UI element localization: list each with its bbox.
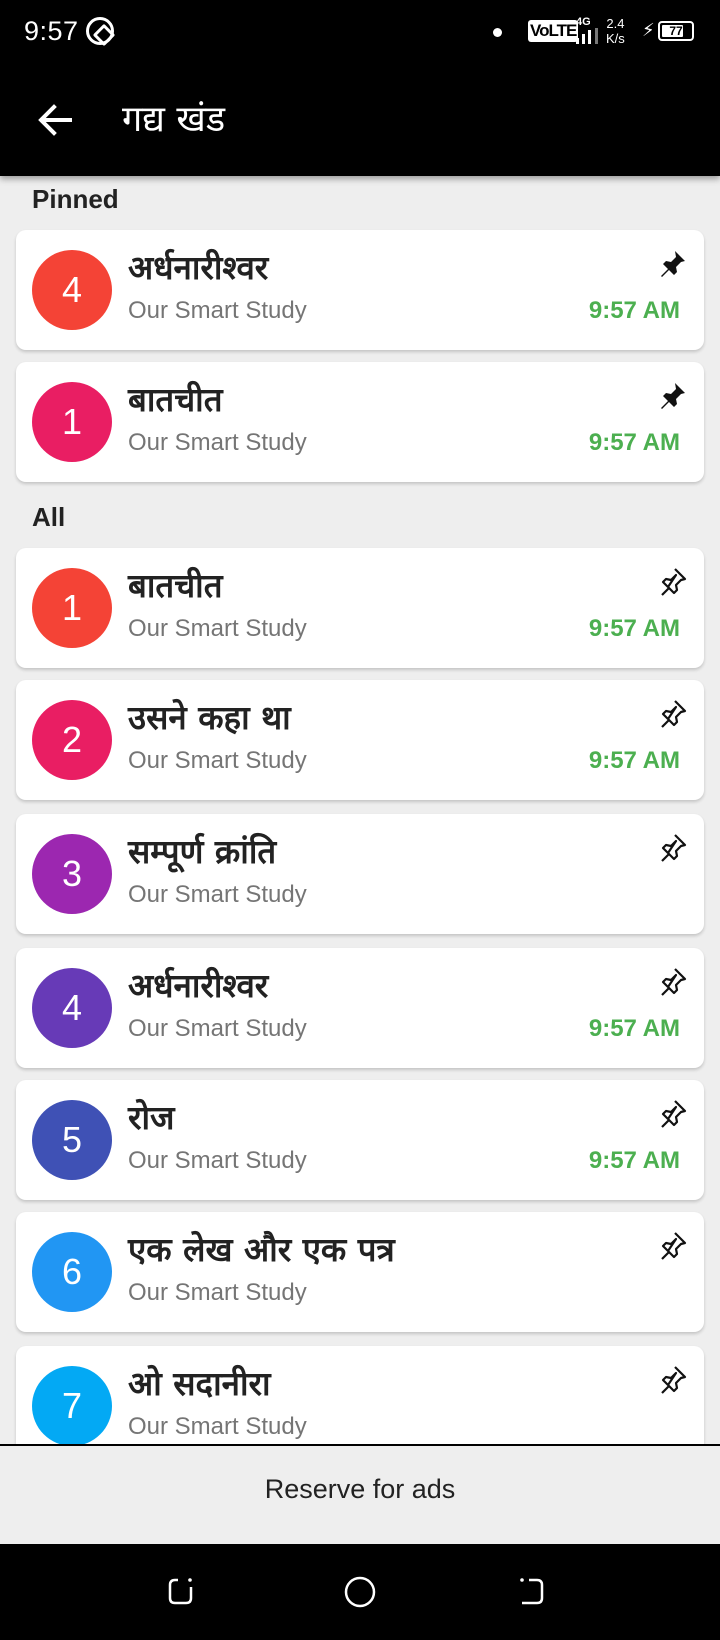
list-item[interactable]: 4 अर्धनारीश्वर Our Smart Study 9:57 AM (16, 948, 704, 1068)
number-badge: 3 (32, 834, 112, 914)
arrow-left-icon (38, 104, 72, 136)
back-nav-button[interactable] (516, 1574, 556, 1610)
badge-number: 3 (61, 853, 83, 894)
item-title: बातचीत (128, 566, 223, 605)
home-button[interactable] (340, 1574, 380, 1610)
list-item[interactable]: 1 बातचीत Our Smart Study 9:57 AM (16, 362, 704, 482)
item-time: 9:57 AM (588, 429, 680, 456)
system-nav-bar (0, 1544, 720, 1640)
pin-outline-icon[interactable] (656, 966, 688, 998)
item-subtitle: Our Smart Study (128, 1015, 307, 1042)
number-badge: 1 (32, 568, 112, 648)
item-time: 9:57 AM (588, 615, 680, 642)
number-badge: 4 (32, 250, 112, 330)
notification-dot-icon (493, 28, 502, 37)
volte-icon: VoLTE (528, 20, 579, 42)
pin-outline-icon[interactable] (656, 698, 688, 730)
item-time: 9:57 AM (588, 747, 680, 774)
app-notification-icon (86, 17, 114, 45)
number-badge: 1 (32, 382, 112, 462)
home-icon (344, 1576, 376, 1608)
badge-number: 1 (61, 587, 83, 628)
item-subtitle: Our Smart Study (128, 429, 307, 456)
item-title: एक लेख और एक पत्र (128, 1230, 395, 1269)
badge-number: 7 (61, 1385, 83, 1426)
list-item[interactable]: 1 बातचीत Our Smart Study 9:57 AM (16, 548, 704, 668)
pin-outline-icon[interactable] (656, 1364, 688, 1396)
battery-level: 77 (669, 24, 683, 38)
list-item[interactable]: 5 रोज Our Smart Study 9:57 AM (16, 1080, 704, 1200)
item-subtitle: Our Smart Study (128, 1147, 307, 1174)
ad-placeholder-text: Reserve for ads (264, 1474, 456, 1504)
status-time: 9:57 (24, 16, 79, 46)
app-bar: गद्य खंड (0, 64, 720, 176)
back-button[interactable] (30, 92, 86, 148)
pin-outline-icon[interactable] (656, 566, 688, 598)
network-speed: 2.4 K/s (606, 16, 625, 46)
list-item[interactable]: 2 उसने कहा था Our Smart Study 9:57 AM (16, 680, 704, 800)
speed-value: 2.4 (606, 16, 625, 31)
recents-button[interactable] (164, 1574, 204, 1610)
badge-number: 1 (61, 401, 83, 442)
item-title: रोज (128, 1098, 175, 1137)
list-item[interactable]: 4 अर्धनारीश्वर Our Smart Study 9:57 AM (16, 230, 704, 350)
badge-number: 2 (61, 719, 83, 760)
recents-icon (168, 1578, 193, 1605)
pin-filled-icon[interactable] (656, 380, 688, 412)
item-subtitle: Our Smart Study (128, 1279, 307, 1306)
section-label-pinned: Pinned (32, 184, 119, 214)
item-title: ओ सदानीरा (128, 1364, 271, 1403)
topic-list[interactable]: Pinned All 4 अर्धनारीश्वर Our Smart Study 9… (0, 176, 720, 1446)
badge-number: 5 (61, 1119, 83, 1160)
back-nav-icon (520, 1578, 544, 1605)
badge-number: 4 (61, 987, 83, 1028)
item-subtitle: Our Smart Study (128, 615, 307, 642)
ad-banner: Reserve for ads (0, 1444, 720, 1544)
item-title: अर्धनारीश्वर (128, 248, 269, 287)
signal-icon (576, 28, 598, 44)
item-subtitle: Our Smart Study (128, 1413, 307, 1440)
page-title: गद्य खंड (122, 99, 226, 140)
item-time: 9:57 AM (588, 297, 680, 324)
item-title: उसने कहा था (128, 698, 291, 737)
item-time: 9:57 AM (588, 1147, 680, 1174)
item-title: अर्धनारीश्वर (128, 966, 269, 1005)
list-item[interactable]: 7 ओ सदानीरा Our Smart Study (16, 1346, 704, 1446)
pin-outline-icon[interactable] (656, 1230, 688, 1262)
pin-outline-icon[interactable] (656, 1098, 688, 1130)
item-subtitle: Our Smart Study (128, 297, 307, 324)
badge-number: 4 (61, 269, 83, 310)
pin-filled-icon[interactable] (656, 248, 688, 280)
number-badge: 4 (32, 968, 112, 1048)
item-title: बातचीत (128, 380, 223, 419)
pin-outline-icon[interactable] (656, 832, 688, 864)
item-subtitle: Our Smart Study (128, 747, 307, 774)
item-subtitle: Our Smart Study (128, 881, 307, 908)
item-title: सम्पूर्ण क्रांति (128, 832, 277, 871)
number-badge: 2 (32, 700, 112, 780)
charging-icon: ⚡ (642, 20, 655, 40)
badge-number: 6 (61, 1251, 83, 1292)
speed-unit: K/s (606, 31, 625, 46)
section-label-all: All (32, 502, 66, 532)
list-item[interactable]: 3 सम्पूर्ण क्रांति Our Smart Study (16, 814, 704, 934)
battery-icon: 77 (658, 21, 694, 41)
list-item[interactable]: 6 एक लेख और एक पत्र Our Smart Study (16, 1212, 704, 1332)
number-badge: 7 (32, 1366, 112, 1446)
item-time: 9:57 AM (588, 1015, 680, 1042)
number-badge: 6 (32, 1232, 112, 1312)
network-gen-label: 4G (576, 16, 591, 28)
number-badge: 5 (32, 1100, 112, 1180)
status-bar: 9:57 VoLTE 4G 2.4 K/s ⚡ 77 (0, 0, 720, 64)
